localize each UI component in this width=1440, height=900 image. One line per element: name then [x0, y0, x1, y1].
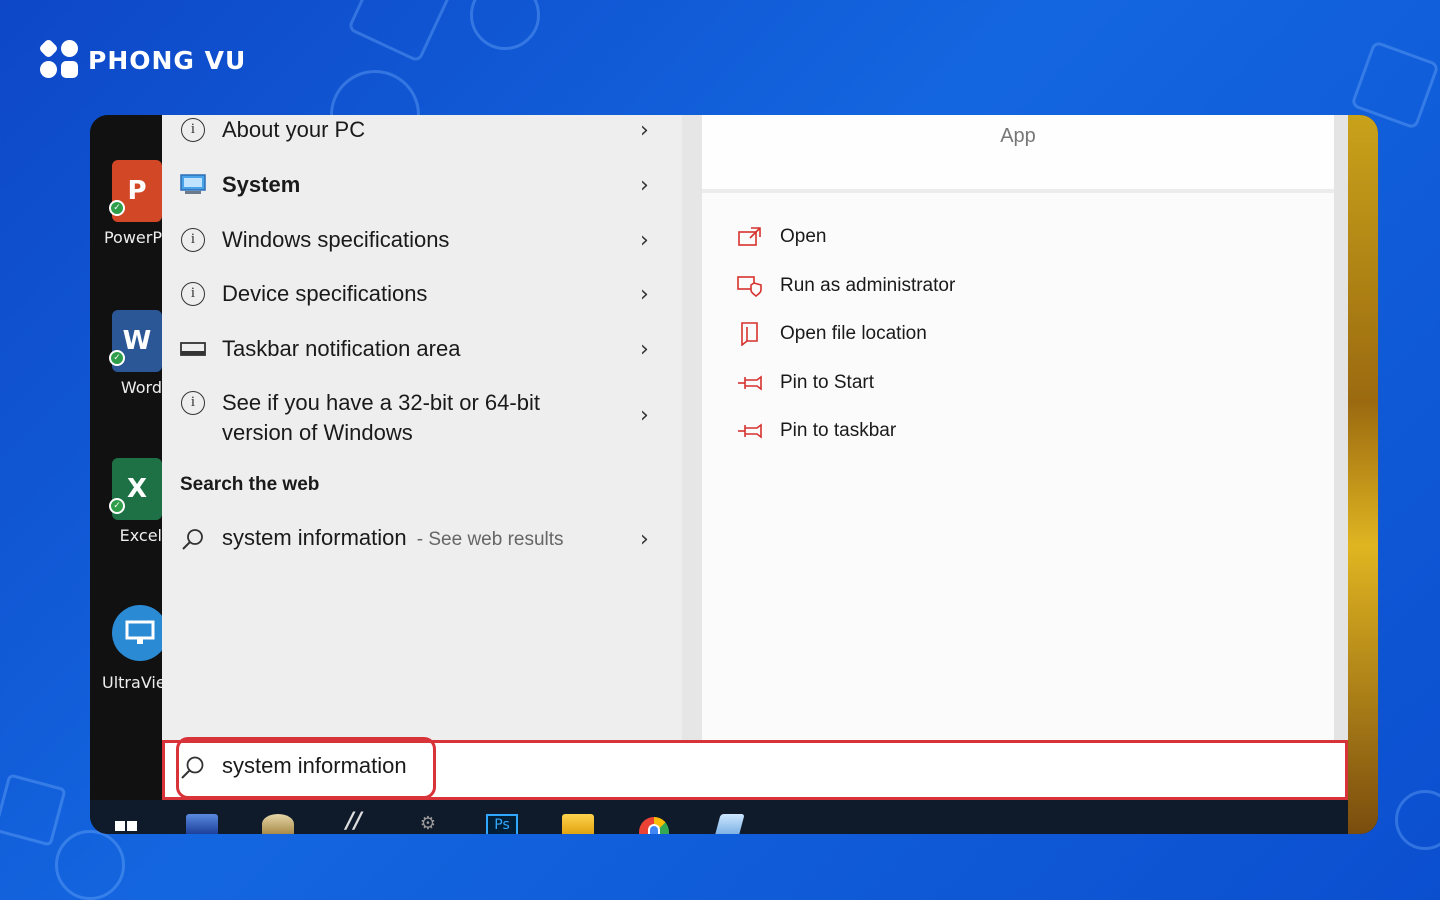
action-run-as-administrator[interactable]: Run as administrator	[736, 274, 955, 298]
pin-icon	[738, 423, 762, 439]
action-label: Run as administrator	[780, 275, 956, 296]
info-icon: i	[181, 282, 205, 306]
powerpoint-icon: P ✓	[109, 160, 162, 222]
brand-logo: PHONG VU	[38, 38, 247, 80]
taskbar-app-notepad[interactable]: //	[334, 800, 374, 834]
taskbar: // ⚙ Ps	[90, 800, 1348, 834]
taskbar-icon	[180, 342, 206, 356]
chevron-right-icon[interactable]: ›	[640, 337, 649, 362]
desktop: P ✓ PowerP W ✓ Word X ✓ Excel UltraVie	[90, 115, 168, 800]
result-item-label: Device specifications	[222, 281, 428, 306]
decor-circle	[55, 830, 125, 900]
screenshot-card: P ✓ PowerP W ✓ Word X ✓ Excel UltraVie i Ab…	[90, 115, 1378, 834]
result-item-web-search[interactable]: system information - See web results ›	[162, 523, 702, 555]
chevron-right-icon[interactable]: ›	[640, 403, 649, 428]
search-icon	[182, 529, 203, 550]
decor-square	[346, 0, 454, 64]
brand-mark-icon	[38, 38, 80, 80]
action-label: Open	[780, 226, 827, 247]
taskbar-app-settings[interactable]: ⚙	[408, 800, 448, 834]
pin-icon	[738, 375, 762, 391]
chevron-right-icon[interactable]: ›	[640, 527, 649, 552]
decor-circle	[1395, 790, 1440, 850]
result-item-device-specifications[interactable]: i Device specifications ›	[162, 279, 702, 309]
app-detail-panel: App Open Run as administrator Open file …	[702, 115, 1334, 740]
taskbar-app-photoshop[interactable]: Ps	[482, 800, 522, 834]
snipping-tool-icon	[715, 814, 745, 834]
open-icon	[738, 227, 761, 246]
taskbar-app-paint[interactable]	[258, 800, 298, 834]
result-item-label: About your PC	[222, 117, 366, 142]
action-open-file-location[interactable]: Open file location	[736, 322, 927, 346]
paint-icon	[262, 814, 294, 834]
monitor-icon	[180, 174, 206, 194]
taskbar-app-file-explorer[interactable]	[558, 800, 598, 834]
panel-edge	[1334, 115, 1348, 740]
result-item-about-your-pc[interactable]: i About your PC ›	[162, 115, 702, 145]
info-icon: i	[181, 391, 205, 415]
desktop-icon-excel[interactable]: X ✓ Excel	[102, 458, 162, 545]
chevron-right-icon[interactable]: ›	[640, 282, 649, 307]
search-results-panel: i About your PC › System › i Windows spe…	[162, 115, 702, 740]
brand-name: PHONG VU	[88, 45, 247, 75]
network-icon	[186, 814, 218, 834]
taskbar-app-chrome[interactable]	[634, 800, 674, 834]
word-icon: W ✓	[109, 310, 162, 372]
app-detail-header: App	[702, 115, 1334, 193]
result-item-label: Taskbar notification area	[222, 336, 461, 361]
desktop-icon-powerpoint[interactable]: P ✓ PowerP	[102, 160, 162, 247]
web-result-suffix: - See web results	[416, 529, 564, 550]
result-item-system[interactable]: System ›	[162, 170, 702, 200]
decor-circle	[470, 0, 540, 50]
folder-icon	[741, 322, 758, 346]
action-label: Open file location	[780, 323, 927, 344]
search-icon	[180, 755, 206, 785]
info-icon: i	[181, 118, 205, 142]
shield-icon	[737, 276, 762, 297]
start-button[interactable]	[112, 800, 142, 834]
result-item-taskbar-notification-area[interactable]: Taskbar notification area ›	[162, 334, 702, 364]
excel-icon: X ✓	[109, 458, 162, 520]
desktop-icon-ultraviewer[interactable]: UltraVie	[102, 605, 168, 692]
decor-square	[0, 773, 67, 847]
desktop-icon-label: Word	[120, 378, 162, 397]
desktop-icon-label: PowerP	[103, 228, 162, 247]
notepad-icon: //	[345, 809, 363, 834]
info-icon: i	[181, 228, 205, 252]
photoshop-icon: Ps	[486, 814, 518, 834]
panel-divider	[682, 115, 702, 740]
taskbar-app-snipping-tool[interactable]	[710, 800, 750, 834]
desktop-icon-label: Excel	[119, 526, 162, 545]
ultraviewer-icon	[112, 605, 168, 661]
desktop-icon-label: UltraVie	[102, 673, 162, 692]
result-item-label: System	[222, 172, 301, 197]
action-label: Pin to Start	[780, 372, 874, 393]
folder-icon	[562, 814, 594, 834]
action-open[interactable]: Open	[736, 225, 826, 249]
gear-icon: ⚙	[419, 813, 437, 834]
search-input[interactable]: system information	[222, 753, 407, 779]
result-item-label: See if you have a 32-bit or 64-bit versi…	[222, 390, 540, 445]
chevron-right-icon[interactable]: ›	[640, 118, 649, 143]
chevron-right-icon[interactable]: ›	[640, 228, 649, 253]
app-type-label: App	[1000, 125, 1036, 147]
result-item-label: Windows specifications	[222, 227, 450, 252]
action-pin-to-start[interactable]: Pin to Start	[736, 371, 874, 395]
result-item-32-64-bit[interactable]: i See if you have a 32-bit or 64-bit ver…	[162, 388, 702, 448]
result-item-windows-specifications[interactable]: i Windows specifications ›	[162, 225, 702, 255]
chrome-icon	[639, 817, 669, 834]
taskbar-app-network[interactable]	[182, 800, 222, 834]
desktop-icon-word[interactable]: W ✓ Word	[102, 310, 162, 397]
windows-icon	[114, 820, 140, 832]
chevron-right-icon[interactable]: ›	[640, 173, 649, 198]
action-label: Pin to taskbar	[780, 420, 897, 441]
wallpaper-strip	[1348, 115, 1378, 834]
action-pin-to-taskbar[interactable]: Pin to taskbar	[736, 419, 896, 443]
section-title-search-the-web: Search the web	[180, 474, 320, 495]
web-query: system information	[222, 525, 407, 550]
web-result-label: system information - See web results	[222, 523, 564, 555]
